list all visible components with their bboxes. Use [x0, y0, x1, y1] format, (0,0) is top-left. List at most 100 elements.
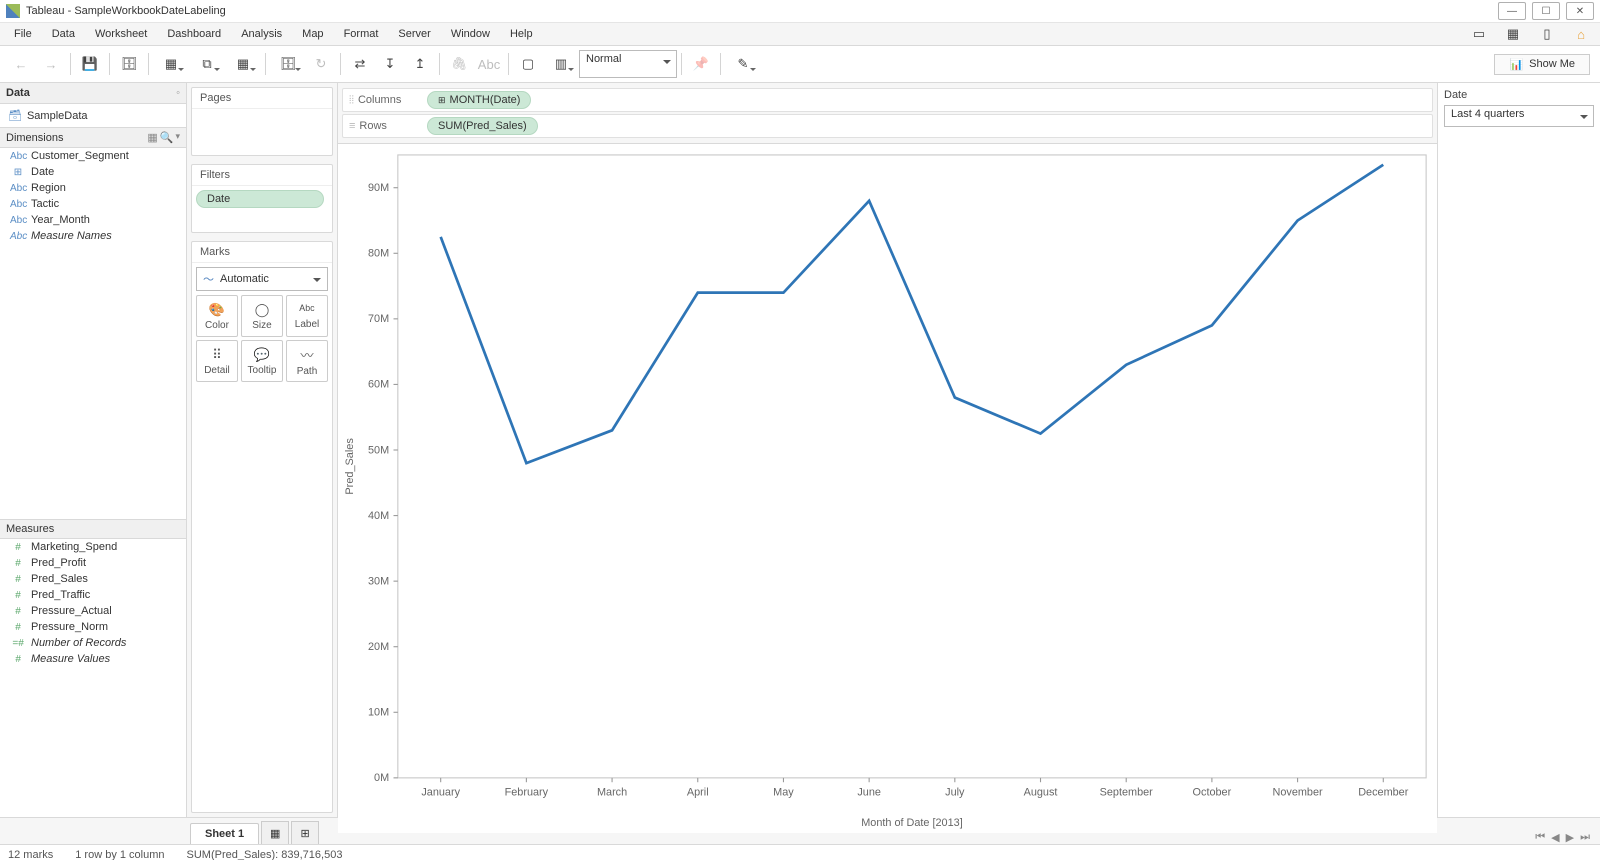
- menu-window[interactable]: Window: [441, 25, 500, 43]
- close-button[interactable]: ✕: [1566, 2, 1594, 20]
- sheet-tab[interactable]: Sheet 1: [190, 823, 259, 844]
- measure-pred-traffic[interactable]: #Pred_Traffic: [0, 587, 186, 603]
- measure-marketing-spend[interactable]: #Marketing_Spend: [0, 539, 186, 555]
- cards-button[interactable]: ▥: [543, 50, 579, 78]
- marks-type-selector[interactable]: ～ Automatic: [196, 267, 328, 291]
- rows-pill[interactable]: SUM(Pred_Sales): [427, 117, 538, 135]
- fit-selector[interactable]: Normal: [579, 50, 677, 78]
- next-tab-icon[interactable]: ▶: [1566, 831, 1574, 844]
- columns-shelf[interactable]: ⦙⦙Columns ⊞MONTH(Date): [342, 88, 1433, 112]
- menu-dashboard[interactable]: Dashboard: [157, 25, 231, 43]
- field-label: Pred_Profit: [31, 557, 86, 569]
- window-title: Tableau - SampleWorkbookDateLabeling: [26, 5, 226, 17]
- dashboard-view-icon[interactable]: ▦: [1498, 20, 1528, 48]
- menu-worksheet[interactable]: Worksheet: [85, 25, 157, 43]
- svg-text:30M: 30M: [368, 575, 389, 587]
- mark-tooltip-button[interactable]: 💬Tooltip: [241, 340, 283, 382]
- menu-map[interactable]: Map: [292, 25, 333, 43]
- menu-data[interactable]: Data: [42, 25, 85, 43]
- filter-pill-date[interactable]: Date: [196, 190, 324, 208]
- svg-text:Month of Date [2013]: Month of Date [2013]: [861, 817, 962, 829]
- swap-button[interactable]: ⇄: [345, 50, 375, 78]
- presentation-mode-button[interactable]: ▢: [513, 50, 543, 78]
- dimension-year-month[interactable]: AbcYear_Month: [0, 212, 186, 228]
- menu-format[interactable]: Format: [334, 25, 389, 43]
- show-me-icon: 📊: [1509, 58, 1523, 71]
- measure-measure-values[interactable]: #Measure Values: [0, 651, 186, 667]
- shelves-view-icon[interactable]: ▭: [1464, 20, 1494, 48]
- view-as-icon[interactable]: ▦: [147, 131, 157, 144]
- duplicate-button[interactable]: ⧉: [189, 50, 225, 78]
- dimension-measure-names[interactable]: AbcMeasure Names: [0, 228, 186, 244]
- new-worksheet-tab[interactable]: ▦: [261, 821, 289, 844]
- dimension-date[interactable]: ⊞Date: [0, 164, 186, 180]
- mark-path-button[interactable]: 〰Path: [286, 340, 328, 382]
- highlight-button[interactable]: ✎: [725, 50, 761, 78]
- minimize-button[interactable]: —: [1498, 2, 1526, 20]
- menu-file[interactable]: File: [4, 25, 42, 43]
- first-tab-icon[interactable]: ⏮: [1535, 831, 1545, 844]
- dimension-customer-segment[interactable]: AbcCustomer_Segment: [0, 148, 186, 164]
- svg-text:July: July: [945, 786, 965, 798]
- pages-shelf[interactable]: Pages: [191, 87, 333, 156]
- svg-text:May: May: [773, 786, 794, 798]
- measure-pressure-norm[interactable]: #Pressure_Norm: [0, 619, 186, 635]
- sort-asc-button[interactable]: ↧: [375, 50, 405, 78]
- mark-color-button[interactable]: 🎨Color: [196, 295, 238, 337]
- dimension-region[interactable]: AbcRegion: [0, 180, 186, 196]
- forward-button[interactable]: →: [36, 50, 66, 78]
- size-icon: ◯: [255, 302, 270, 318]
- filters-shelf-title: Filters: [192, 165, 332, 186]
- run-button[interactable]: ↻: [306, 50, 336, 78]
- fix-axes-button[interactable]: 📌: [686, 50, 716, 78]
- prev-tab-icon[interactable]: ◀: [1551, 831, 1559, 844]
- measure-pred-profit[interactable]: #Pred_Profit: [0, 555, 186, 571]
- new-dashboard-tab[interactable]: ⊞: [291, 821, 319, 844]
- maximize-button[interactable]: ☐: [1532, 2, 1560, 20]
- field-label: Number of Records: [31, 637, 126, 649]
- svg-text:January: January: [421, 786, 460, 798]
- new-worksheet-button[interactable]: ▦: [153, 50, 189, 78]
- save-button[interactable]: 💾: [75, 50, 105, 78]
- measure-number-of-records[interactable]: =#Number of Records: [0, 635, 186, 651]
- home-icon[interactable]: ⌂: [1566, 20, 1596, 48]
- rows-shelf[interactable]: ≡Rows SUM(Pred_Sales): [342, 114, 1433, 138]
- back-button[interactable]: ←: [6, 50, 36, 78]
- color-icon: 🎨: [209, 302, 225, 318]
- clear-button[interactable]: ▦: [225, 50, 261, 78]
- menu-help[interactable]: Help: [500, 25, 543, 43]
- date-filter-dropdown[interactable]: Last 4 quarters: [1444, 105, 1594, 127]
- data-pane-header: Data◦: [0, 83, 186, 104]
- menu-server[interactable]: Server: [388, 25, 440, 43]
- svg-text:February: February: [505, 786, 549, 798]
- path-icon: 〰: [300, 345, 313, 364]
- find-field-icon[interactable]: 🔍: [160, 131, 174, 144]
- mark-button-label: Detail: [204, 365, 230, 376]
- dimension-tactic[interactable]: AbcTactic: [0, 196, 186, 212]
- measure-pressure-actual[interactable]: #Pressure_Actual: [0, 603, 186, 619]
- show-mark-labels-button[interactable]: Abc: [474, 50, 504, 78]
- field-label: Customer_Segment: [31, 150, 129, 162]
- columns-pill[interactable]: ⊞MONTH(Date): [427, 91, 531, 109]
- svg-text:June: June: [857, 786, 881, 798]
- menu-analysis[interactable]: Analysis: [231, 25, 292, 43]
- new-datasource-button[interactable]: 🗄: [114, 50, 144, 78]
- svg-text:10M: 10M: [368, 707, 389, 719]
- mark-size-button[interactable]: ◯Size: [241, 295, 283, 337]
- field-label: Marketing_Spend: [31, 541, 117, 553]
- sort-desc-button[interactable]: ↥: [405, 50, 435, 78]
- story-view-icon[interactable]: ▯: [1532, 20, 1562, 48]
- datasource-item[interactable]: 🗃 SampleData: [0, 104, 186, 127]
- svg-text:August: August: [1024, 786, 1058, 798]
- measure-pred-sales[interactable]: #Pred_Sales: [0, 571, 186, 587]
- mark-detail-button[interactable]: ⠿Detail: [196, 340, 238, 382]
- auto-updates-button[interactable]: 🗄: [270, 50, 306, 78]
- mark-label-button[interactable]: ᴬᵇᶜLabel: [286, 295, 328, 337]
- show-me-button[interactable]: 📊 Show Me: [1494, 54, 1590, 75]
- last-tab-icon[interactable]: ⏭: [1580, 831, 1590, 844]
- group-button[interactable]: 🖇: [444, 50, 474, 78]
- filters-shelf[interactable]: Filters Date: [191, 164, 333, 233]
- field-label: Measure Names: [31, 230, 112, 242]
- chart-area[interactable]: 0M10M20M30M40M50M60M70M80M90MJanuaryFebr…: [338, 144, 1437, 833]
- app-icon: [6, 4, 20, 18]
